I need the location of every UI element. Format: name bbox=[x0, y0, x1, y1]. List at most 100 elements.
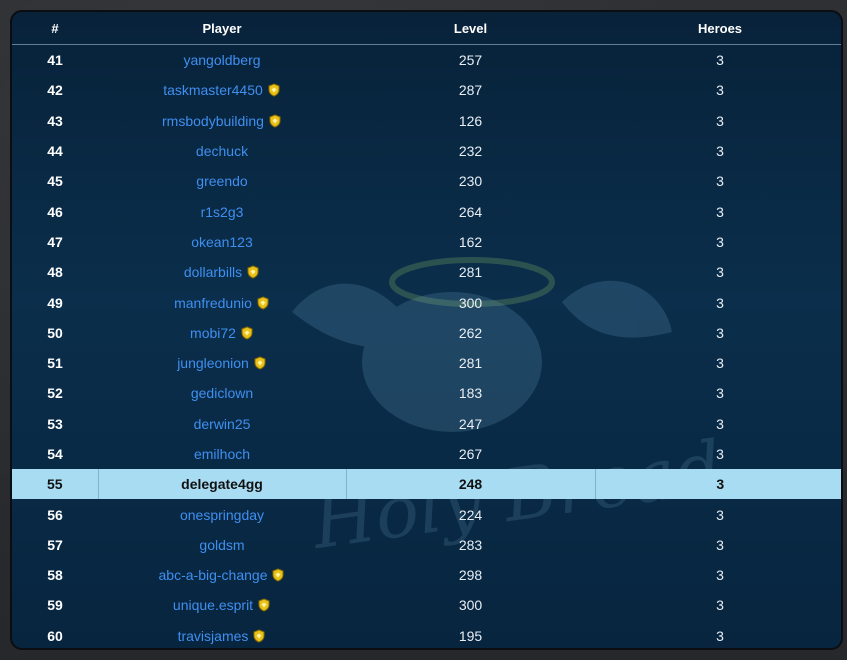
rank-cell: 48 bbox=[47, 264, 63, 281]
player-link[interactable]: r1s2g3 bbox=[201, 204, 244, 220]
table-row: 60 travisjames 195 3 bbox=[12, 621, 841, 648]
rank-cell: 52 bbox=[47, 385, 63, 402]
level-cell: 262 bbox=[458, 324, 483, 341]
table-row: 46 r1s2g3 264 3 bbox=[12, 196, 841, 226]
player-cell: r1s2g3 bbox=[98, 196, 346, 226]
player-cell: dechuck bbox=[98, 136, 346, 166]
player-link[interactable]: goldsm bbox=[199, 537, 244, 553]
heroes-cell: 3 bbox=[716, 355, 724, 372]
level-cell: 247 bbox=[458, 415, 483, 432]
rank-cell: 46 bbox=[47, 203, 63, 220]
player-cell: jungleonion bbox=[98, 348, 346, 378]
table-row: 44 dechuck 232 3 bbox=[12, 136, 841, 166]
table-row: 53 derwin25 247 3 bbox=[12, 409, 841, 439]
shield-badge-icon bbox=[271, 568, 285, 582]
heroes-cell: 3 bbox=[716, 203, 724, 220]
player-link[interactable]: greendo bbox=[196, 173, 247, 189]
player-link[interactable]: gediclown bbox=[191, 385, 253, 401]
player-cell: delegate4gg bbox=[97, 469, 346, 500]
rank-cell: 41 bbox=[47, 52, 63, 69]
player-cell: goldsm bbox=[98, 530, 346, 560]
rank-cell: 53 bbox=[47, 415, 63, 432]
player-cell: rmsbodybuilding bbox=[98, 106, 346, 136]
heroes-cell: 3 bbox=[716, 143, 724, 160]
level-cell: 264 bbox=[458, 203, 483, 220]
level-cell: 300 bbox=[458, 294, 483, 311]
table-row: 50 mobi72 262 3 bbox=[12, 318, 841, 348]
shield-badge-icon bbox=[268, 114, 282, 128]
table-row: 57 goldsm 283 3 bbox=[12, 530, 841, 560]
shield-badge-icon bbox=[256, 295, 270, 310]
header-rank[interactable]: # bbox=[12, 12, 98, 45]
table-header-row: # Player Level Heroes bbox=[12, 12, 841, 45]
level-cell: 287 bbox=[458, 82, 483, 99]
table-row: 51 jungleonion 281 3 bbox=[12, 348, 841, 378]
level-cell: 126 bbox=[458, 112, 483, 129]
player-cell: abc-a-big-change bbox=[98, 560, 346, 590]
player-link[interactable]: manfredunio bbox=[174, 295, 252, 311]
player-link[interactable]: emilhoch bbox=[194, 446, 250, 462]
header-level[interactable]: Level bbox=[346, 12, 595, 45]
table-row: 41 yangoldberg 257 3 bbox=[12, 45, 841, 76]
rank-cell: 42 bbox=[47, 82, 63, 99]
table-row: 47 okean123 162 3 bbox=[12, 227, 841, 257]
shield-badge-icon bbox=[253, 356, 267, 370]
table-row: 55 delegate4gg 248 3 bbox=[12, 469, 841, 500]
heroes-cell: 3 bbox=[716, 294, 724, 311]
rank-cell: 49 bbox=[47, 294, 63, 311]
level-cell: 195 bbox=[458, 627, 483, 644]
rank-cell: 57 bbox=[47, 536, 63, 553]
header-player[interactable]: Player bbox=[98, 12, 346, 45]
rank-cell: 50 bbox=[47, 324, 63, 341]
player-cell: greendo bbox=[98, 166, 346, 196]
player-cell: okean123 bbox=[98, 227, 346, 257]
heroes-cell: 3 bbox=[716, 82, 724, 99]
shield-badge-icon bbox=[257, 598, 271, 613]
rank-cell: 58 bbox=[47, 567, 63, 584]
table-row: 56 onespringday 224 3 bbox=[12, 499, 841, 529]
level-cell: 281 bbox=[458, 355, 483, 372]
rank-cell: 55 bbox=[12, 469, 98, 500]
level-cell: 267 bbox=[458, 446, 483, 462]
player-link[interactable]: dechuck bbox=[196, 143, 248, 159]
player-link[interactable]: derwin25 bbox=[194, 416, 251, 432]
table-row: 43 rmsbodybuilding 126 3 bbox=[12, 106, 841, 136]
player-link[interactable]: onespringday bbox=[180, 507, 264, 523]
level-cell: 224 bbox=[458, 506, 483, 523]
table-row: 48 dollarbills 281 3 bbox=[12, 257, 841, 287]
player-link[interactable]: abc-a-big-change bbox=[159, 567, 268, 583]
player-link[interactable]: yangoldberg bbox=[183, 52, 260, 68]
player-cell: travisjames bbox=[98, 621, 346, 648]
level-cell: 300 bbox=[458, 597, 483, 614]
table-row: 58 abc-a-big-change 298 3 bbox=[12, 560, 841, 590]
rank-cell: 47 bbox=[47, 233, 63, 250]
rank-cell: 44 bbox=[47, 143, 63, 160]
player-link[interactable]: delegate4gg bbox=[181, 476, 263, 492]
player-link[interactable]: mobi72 bbox=[190, 325, 236, 341]
rank-cell: 43 bbox=[47, 112, 63, 129]
level-cell: 298 bbox=[458, 567, 483, 584]
heroes-cell: 3 bbox=[716, 446, 724, 462]
leaderboard-panel: Holy Bread # Player Level Heroes 41yango… bbox=[10, 10, 843, 650]
player-cell: taskmaster4450 bbox=[98, 75, 346, 105]
level-cell: 257 bbox=[458, 52, 483, 69]
player-link[interactable]: okean123 bbox=[191, 234, 253, 250]
player-link[interactable]: jungleonion bbox=[177, 355, 249, 371]
heroes-cell: 3 bbox=[716, 324, 724, 341]
shield-badge-icon bbox=[252, 629, 266, 643]
player-link[interactable]: taskmaster4450 bbox=[163, 82, 263, 98]
player-link[interactable]: unique.esprit bbox=[173, 597, 253, 613]
rank-cell: 51 bbox=[47, 355, 63, 372]
rank-cell: 60 bbox=[47, 627, 63, 644]
shield-badge-icon bbox=[246, 265, 260, 279]
heroes-cell: 3 bbox=[716, 567, 724, 584]
player-link[interactable]: rmsbodybuilding bbox=[162, 113, 264, 129]
header-heroes[interactable]: Heroes bbox=[595, 12, 841, 45]
rank-cell: 56 bbox=[47, 506, 63, 523]
player-link[interactable]: dollarbills bbox=[184, 264, 242, 280]
player-link[interactable]: travisjames bbox=[178, 628, 249, 644]
player-cell: gediclown bbox=[98, 378, 346, 408]
leaderboard-table: # Player Level Heroes 41 yangoldberg 257 3 4… bbox=[12, 12, 841, 648]
heroes-cell: 3 bbox=[716, 536, 724, 553]
level-cell: 248 bbox=[345, 469, 595, 500]
